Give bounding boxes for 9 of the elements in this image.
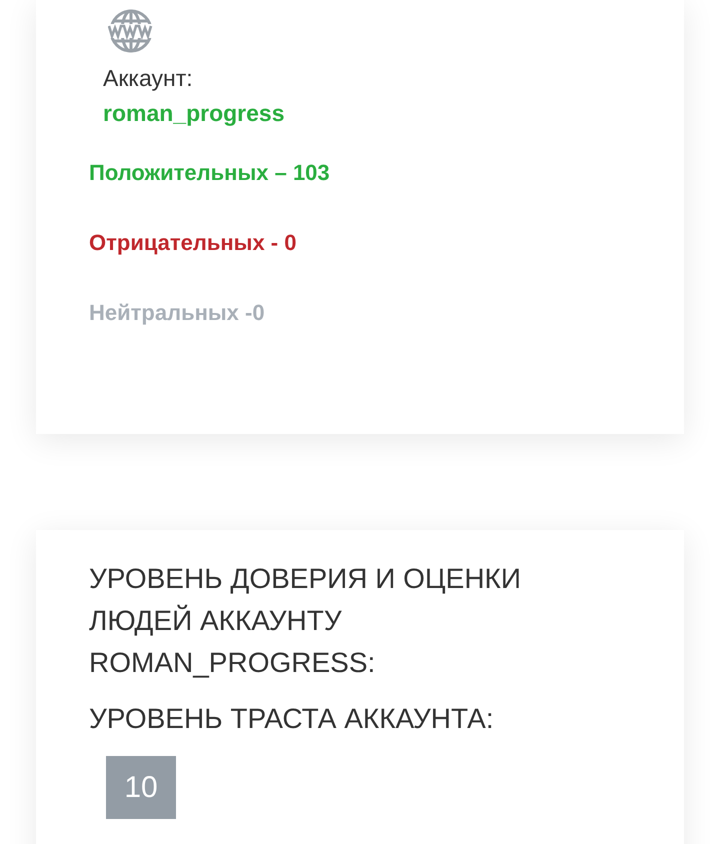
trust-heading: УРОВЕНЬ ДОВЕРИЯ И ОЦЕНКИ ЛЮДЕЙ АККАУНТУ ROMAN_PROGRESS: xyxy=(89,562,522,680)
account-label: Аккаунт: xyxy=(103,64,194,92)
globe-icon xyxy=(108,8,154,54)
review-count: Положительных – 103 xyxy=(89,159,331,187)
review-count: Нейтральных -0 xyxy=(89,299,266,327)
trust-score: 10 xyxy=(106,756,176,819)
review-count: Отрицательных - 0 xyxy=(89,229,298,257)
trust-label: УРОВЕНЬ ТРАСТА АККАУНТА: xyxy=(89,702,495,736)
account-name: roman_progress xyxy=(103,99,286,127)
